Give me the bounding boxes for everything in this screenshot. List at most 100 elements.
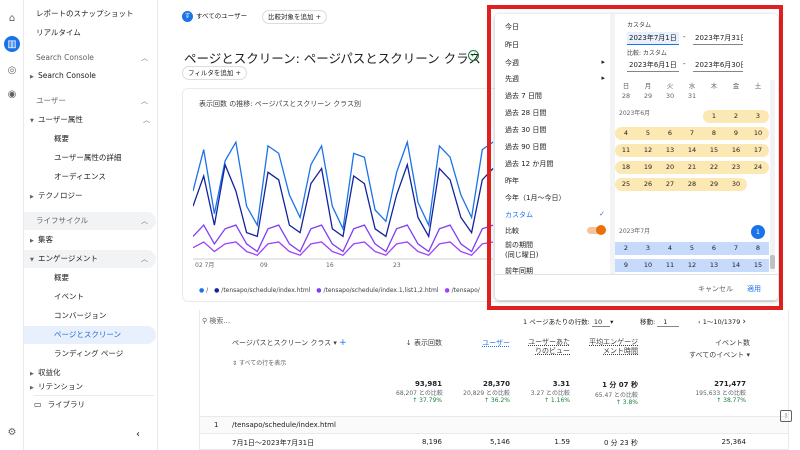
calendar-day[interactable]: 6 [659, 127, 681, 140]
start-date-input[interactable]: 2023年7月1日 [627, 32, 679, 45]
calendar-day[interactable]: 9 [725, 127, 747, 140]
preset-yesterday[interactable]: 昨日 [505, 40, 519, 50]
next-page-icon[interactable]: › [742, 317, 746, 327]
calendar-day[interactable]: 8 [703, 127, 725, 140]
calendar-day[interactable]: 12 [681, 259, 703, 272]
preset-last-week[interactable]: 先週 ▸ [505, 74, 605, 84]
calendar-day[interactable]: 26 [637, 178, 659, 191]
preset-today[interactable]: 今日 [505, 22, 519, 32]
segment-chip[interactable]: すすべてのユーザー [182, 10, 253, 24]
calendar-day[interactable]: 7 [725, 242, 747, 255]
sidebar-item-technology[interactable]: ▶ テクノロジー [30, 187, 164, 205]
calendar-day[interactable]: 6 [703, 242, 725, 255]
calendar-day[interactable]: 10 [637, 259, 659, 272]
feedback-icon[interactable]: ! [780, 410, 792, 422]
calendar-day[interactable]: 5 [681, 242, 703, 255]
sidebar-section-search-console[interactable]: Search Console ︿ [36, 49, 156, 67]
rows-select[interactable]: 10 [591, 318, 611, 327]
goto-input[interactable]: 1 [657, 318, 680, 327]
apply-button[interactable]: 適用 [747, 284, 761, 294]
sidebar-item-pages-screens[interactable]: ページとスクリーン [24, 326, 156, 344]
calendar-day[interactable]: 15 [703, 144, 725, 157]
calendar-day[interactable]: 29 [703, 178, 725, 191]
col-avg-engagement-header[interactable]: 平均エンゲージメント時間 [588, 338, 638, 356]
calendar-day[interactable]: 29 [637, 90, 659, 103]
sidebar-item-user-attributes[interactable]: ▼ ユーザー属性 ︿ [30, 111, 158, 129]
preset-this-week[interactable]: 今週 ▸ [505, 58, 605, 68]
calendar-day[interactable]: 3 [747, 110, 769, 123]
dimension-header[interactable]: ページパスとスクリーン クラス ▾ + [232, 338, 347, 348]
preset-last-year[interactable]: 昨年 [505, 176, 519, 186]
calendar-day[interactable]: 30 [659, 90, 681, 103]
calendar-day[interactable]: 4 [615, 127, 637, 140]
compare-end-input[interactable]: 2023年6月30日 [693, 59, 743, 72]
sidebar-item-retention[interactable]: ▶ リテンション [30, 383, 164, 391]
calendar-day[interactable]: 22 [703, 161, 725, 174]
event-filter[interactable]: すべてのイベント ▾ [680, 350, 750, 360]
calendar-day[interactable]: 21 [681, 161, 703, 174]
explore-icon[interactable]: ◎ [4, 62, 20, 78]
row-page-path[interactable]: /tensapo/schedule/index.html [232, 421, 336, 429]
col-users-header[interactable]: ユーザー [468, 338, 510, 348]
sidebar-item-monetization[interactable]: ▶ 収益化 [30, 364, 164, 382]
calendar-scrollbar[interactable] [770, 80, 775, 272]
calendar-day[interactable]: 13 [659, 144, 681, 157]
preset-last-7-days[interactable]: 過去 7 日間 [505, 91, 542, 101]
compare-prev-period[interactable]: 前の期間 (同じ曜日) [505, 240, 538, 260]
compare-start-input[interactable]: 2023年6月1日 [627, 59, 679, 72]
preset-custom[interactable]: カスタム ✓ [505, 210, 605, 220]
calendar-day[interactable]: 2 [615, 242, 637, 255]
preset-this-year[interactable]: 今年（1月～今日） [505, 193, 565, 203]
calendar-day[interactable]: 2 [725, 110, 747, 123]
prev-page-icon[interactable]: ‹ [698, 318, 701, 326]
sidebar-item-realtime[interactable]: リアルタイム [36, 24, 170, 42]
sidebar-item-engagement[interactable]: ▼ エンゲージメント ︿ [24, 250, 156, 268]
calendar-day[interactable]: 17 [747, 144, 769, 157]
show-all-rows[interactable]: ⇕ すべての行を表示 [232, 358, 286, 367]
scroll-thumb[interactable] [770, 255, 775, 269]
table-search[interactable]: ⚲ 検索... [202, 316, 230, 326]
preset-last-12-months[interactable]: 過去 12 か月間 [505, 159, 553, 169]
advertising-icon[interactable]: ◉ [4, 86, 20, 102]
preset-last-90-days[interactable]: 過去 90 日間 [505, 142, 546, 152]
calendar-day[interactable]: 14 [725, 259, 747, 272]
calendar-day[interactable]: 5 [637, 127, 659, 140]
sidebar-section-lifecycle[interactable]: ライフサイクル ︿ [24, 212, 156, 230]
calendar-day[interactable]: 18 [615, 161, 637, 174]
calendar-day-selected[interactable]: 1 [751, 225, 765, 239]
calendar-day[interactable]: 3 [637, 242, 659, 255]
calendar-day[interactable]: 11 [615, 144, 637, 157]
calendar-day[interactable]: 15 [747, 259, 769, 272]
calendar-day[interactable]: 11 [659, 259, 681, 272]
calendar-day[interactable]: 28 [615, 90, 637, 103]
col-views-header[interactable]: ↓ 表示回数 [400, 338, 442, 348]
settings-icon[interactable]: ⚙ [4, 424, 20, 440]
add-compare-button[interactable]: 比較対象を追加 + [262, 10, 328, 24]
calendar-day[interactable]: 28 [681, 178, 703, 191]
calendar-day[interactable]: 13 [703, 259, 725, 272]
calendar-day[interactable]: 9 [615, 259, 637, 272]
cancel-button[interactable]: キャンセル [698, 284, 733, 294]
calendar-day[interactable]: 31 [681, 90, 703, 103]
calendar-day[interactable]: 27 [659, 178, 681, 191]
calendar-day[interactable]: 7 [681, 127, 703, 140]
calendar-day[interactable]: 20 [659, 161, 681, 174]
calendar-day[interactable]: 16 [725, 144, 747, 157]
calendar-day[interactable]: 4 [659, 242, 681, 255]
calendar-day[interactable]: 30 [725, 178, 747, 191]
add-filter-button[interactable]: フィルタを追加 + [182, 66, 247, 80]
add-dimension-icon[interactable]: + [339, 338, 347, 348]
compare-prev-year[interactable]: 前年同期 [505, 266, 533, 274]
sidebar-item-library[interactable]: ▭ ライブラリ [34, 395, 154, 413]
calendar-day[interactable]: 19 [637, 161, 659, 174]
col-views-per-user-header[interactable]: ユーザーあたりのビュー [522, 338, 570, 356]
sidebar-item-acquisition[interactable]: ▶ 集客 [30, 231, 164, 249]
table-row[interactable]: 1 /tensapo/schedule/index.html [200, 416, 788, 433]
preset-last-28-days[interactable]: 過去 28 日間 [505, 108, 546, 118]
calendar-day[interactable]: 10 [747, 127, 769, 140]
calendar-day[interactable]: 8 [747, 242, 769, 255]
sidebar-section-user[interactable]: ユーザー ︿ [36, 92, 156, 110]
calendar-day[interactable]: 24 [747, 161, 769, 174]
compare-toggle[interactable] [587, 225, 606, 235]
col-events-header[interactable]: イベント数 すべてのイベント ▾ [680, 338, 750, 360]
